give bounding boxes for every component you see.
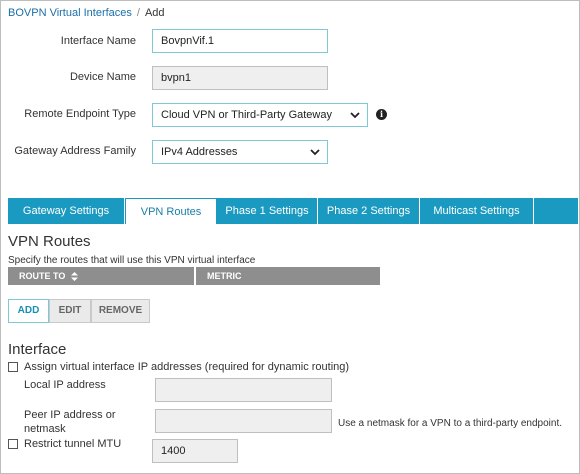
peer-ip-label: Peer IP address or netmask <box>24 409 116 435</box>
peer-ip-label-line2: netmask <box>24 423 66 435</box>
remove-button[interactable]: REMOVE <box>91 299 150 323</box>
tab-phase-1-settings[interactable]: Phase 1 Settings <box>217 198 318 224</box>
peer-ip-label-line1: Peer IP address or <box>24 409 116 421</box>
peer-ip-input[interactable] <box>155 409 332 433</box>
tab-multicast-settings[interactable]: Multicast Settings <box>420 198 534 224</box>
chevron-down-icon <box>350 112 360 119</box>
remote-endpoint-type-select[interactable]: Cloud VPN or Third-Party Gateway <box>152 103 368 127</box>
routes-table-header: ROUTE TO METRIC <box>8 267 380 285</box>
gateway-address-family-select[interactable]: IPv4 Addresses <box>152 140 328 164</box>
vpn-routes-description: Specify the routes that will use this VP… <box>8 255 256 266</box>
breadcrumb-link-bovpn-virtual-interfaces[interactable]: BOVPN Virtual Interfaces <box>8 7 132 19</box>
add-button[interactable]: ADD <box>8 299 49 323</box>
tab-vpn-routes[interactable]: VPN Routes <box>125 198 217 224</box>
breadcrumb-separator: / <box>136 7 140 19</box>
interface-section-title: Interface <box>8 341 67 358</box>
edit-button[interactable]: EDIT <box>49 299 91 323</box>
breadcrumb: BOVPN Virtual Interfaces / Add <box>8 7 165 19</box>
assign-ip-checkbox-label: Assign virtual interface IP addresses (r… <box>24 361 350 373</box>
device-name-input[interactable]: bvpn1 <box>152 66 328 90</box>
sort-icon <box>70 272 78 282</box>
device-name-label: Device Name <box>69 71 136 83</box>
interface-name-input[interactable]: BovpnVif.1 <box>152 29 328 53</box>
vpn-routes-title: VPN Routes <box>8 233 91 250</box>
column-header-route-to[interactable]: ROUTE TO <box>8 267 194 285</box>
peer-ip-hint: Use a netmask for a VPN to a third-party… <box>338 418 562 429</box>
assign-ip-checkbox[interactable] <box>8 362 18 372</box>
tab-phase-2-settings[interactable]: Phase 2 Settings <box>318 198 420 224</box>
column-header-metric[interactable]: METRIC <box>196 267 380 285</box>
chevron-down-icon <box>310 149 320 156</box>
gateway-address-family-label: Gateway Address Family <box>14 145 136 157</box>
gateway-address-family-value: IPv4 Addresses <box>161 146 238 158</box>
breadcrumb-current: Add <box>144 7 165 19</box>
tab-gateway-settings[interactable]: Gateway Settings <box>8 198 125 224</box>
restrict-mtu-label: Restrict tunnel MTU <box>24 438 122 450</box>
mtu-input[interactable]: 1400 <box>152 439 238 463</box>
local-ip-input[interactable] <box>155 378 332 402</box>
interface-name-label: Interface Name <box>60 35 136 47</box>
tab-bar: Gateway Settings VPN Routes Phase 1 Sett… <box>8 198 578 224</box>
restrict-mtu-checkbox[interactable] <box>8 439 18 449</box>
info-icon[interactable]: i <box>376 109 387 120</box>
local-ip-label: Local IP address <box>24 379 106 391</box>
column-header-route-to-label: ROUTE TO <box>19 271 66 281</box>
remote-endpoint-type-label: Remote Endpoint Type <box>24 108 136 120</box>
remote-endpoint-type-value: Cloud VPN or Third-Party Gateway <box>161 109 332 121</box>
